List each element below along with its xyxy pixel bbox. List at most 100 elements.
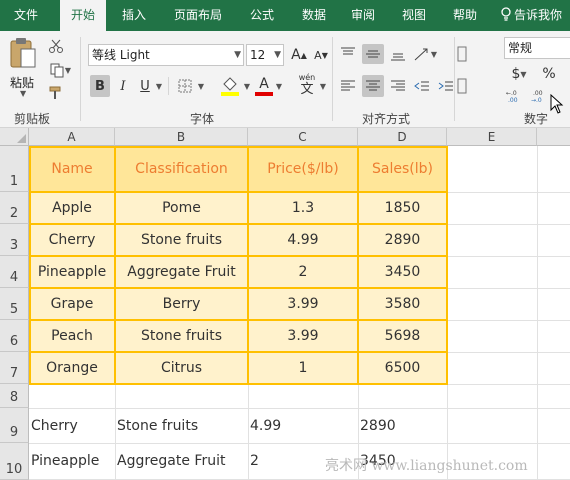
table-cell[interactable]: Stone fruits	[115, 320, 248, 352]
tab-insert[interactable]: 插入	[112, 0, 156, 31]
table-header-cell[interactable]: Classification	[115, 146, 248, 192]
bold-button[interactable]: B	[90, 75, 110, 97]
table-cell[interactable]: 1	[248, 352, 358, 384]
cell[interactable]: Pineapple	[29, 443, 115, 479]
bottom-align-button[interactable]	[388, 44, 408, 64]
table-header-cell[interactable]: Price($/lb)	[248, 146, 358, 192]
chevron-down-icon[interactable]: ▼	[274, 79, 284, 93]
tab-home[interactable]: 开始	[60, 0, 106, 31]
underline-button[interactable]: U	[136, 75, 154, 97]
align-right-button[interactable]	[388, 75, 408, 97]
table-cell[interactable]: 3580	[358, 288, 447, 320]
table-cell[interactable]: Aggregate Fruit	[115, 256, 248, 288]
number-format-select[interactable]: 常规	[504, 37, 570, 59]
tab-data[interactable]: 数据	[292, 0, 336, 31]
table-cell[interactable]: Citrus	[115, 352, 248, 384]
tab-file[interactable]: 文件	[4, 0, 48, 31]
tab-review[interactable]: 审阅	[341, 0, 385, 31]
tab-view[interactable]: 视图	[392, 0, 436, 31]
table-cell[interactable]: Pome	[115, 192, 248, 224]
column-header-e[interactable]: E	[447, 128, 537, 146]
top-align-button[interactable]	[338, 44, 358, 64]
tab-help[interactable]: 帮助	[443, 0, 487, 31]
chevron-down-icon[interactable]: ▼	[318, 79, 328, 93]
table-cell[interactable]: 1.3	[248, 192, 358, 224]
chevron-down-icon[interactable]: ▼	[196, 79, 206, 93]
table-header-cell[interactable]: Name	[29, 146, 115, 192]
format-painter-button[interactable]	[46, 84, 66, 102]
cell[interactable]: Cherry	[29, 408, 115, 443]
table-header-cell[interactable]: Sales(lb)	[358, 146, 447, 192]
row-header-2[interactable]: 2	[0, 192, 29, 224]
table-cell[interactable]: Apple	[29, 192, 115, 224]
table-cell[interactable]: Pineapple	[29, 256, 115, 288]
table-cell[interactable]: 3450	[358, 256, 447, 288]
align-left-icon	[341, 80, 355, 91]
decrease-indent-button[interactable]	[412, 75, 432, 97]
worksheet-grid[interactable]: A B C D E 1 2 3 4 5 6 7 8 9 10 Name Clas…	[0, 128, 570, 480]
column-header-c[interactable]: C	[248, 128, 358, 146]
table-cell[interactable]: 2890	[358, 224, 447, 256]
accounting-format-button[interactable]: $ ▼	[506, 63, 532, 85]
table-cell[interactable]: 2	[248, 256, 358, 288]
percent-style-button[interactable]: %	[538, 63, 560, 85]
chevron-down-icon[interactable]: ▼	[242, 79, 252, 93]
tab-page-layout[interactable]: 页面布局	[165, 0, 231, 31]
row-header-6[interactable]: 6	[0, 320, 29, 352]
table-cell[interactable]: Peach	[29, 320, 115, 352]
row-header-8[interactable]: 8	[0, 384, 29, 408]
table-cell[interactable]: 3.99	[248, 320, 358, 352]
table-cell[interactable]: Grape	[29, 288, 115, 320]
row-header-4[interactable]: 4	[0, 256, 29, 288]
align-left-button[interactable]	[338, 75, 358, 97]
copy-button[interactable]: ▼	[46, 61, 74, 79]
borders-button[interactable]	[174, 75, 196, 97]
grow-font-button[interactable]: A ▲	[290, 45, 308, 65]
row-header-7[interactable]: 7	[0, 352, 29, 384]
cell[interactable]: Aggregate Fruit	[115, 443, 248, 479]
increase-indent-button[interactable]	[436, 75, 456, 97]
cell[interactable]: 2890	[358, 408, 447, 443]
row-header-9[interactable]: 9	[0, 408, 29, 443]
column-header-d[interactable]: D	[358, 128, 447, 146]
fill-color-button[interactable]	[218, 73, 242, 99]
font-color-button[interactable]: A	[254, 73, 274, 99]
chevron-down-icon[interactable]: ▼	[154, 79, 164, 93]
cell[interactable]: 4.99	[248, 408, 358, 443]
orientation-button[interactable]: ▼	[412, 44, 438, 64]
column-header-a[interactable]: A	[29, 128, 115, 146]
select-all-button[interactable]	[0, 128, 29, 146]
table-cell[interactable]: Stone fruits	[115, 224, 248, 256]
column-header-f[interactable]	[537, 128, 570, 146]
row-header-3[interactable]: 3	[0, 224, 29, 256]
font-name-select[interactable]: 等线 Light ▼	[88, 44, 244, 66]
shrink-font-button[interactable]: A ▼	[312, 45, 330, 65]
table-cell[interactable]: 6500	[358, 352, 447, 384]
table-cell[interactable]: Cherry	[29, 224, 115, 256]
table-cell[interactable]: 3.99	[248, 288, 358, 320]
tell-me-search[interactable]: 告诉我你	[500, 0, 562, 31]
table-cell[interactable]: 1850	[358, 192, 447, 224]
align-bottom-icon	[391, 53, 405, 61]
font-size-select[interactable]: 12 ▼	[246, 44, 284, 66]
decrease-decimal-button[interactable]: .00 →.0	[530, 87, 552, 105]
row-header-10[interactable]: 10	[0, 443, 29, 480]
phonetic-guide-button[interactable]: wén 文	[296, 71, 318, 99]
table-cell[interactable]: 4.99	[248, 224, 358, 256]
align-center-button[interactable]	[362, 75, 384, 97]
paste-button[interactable]: 粘贴 ▼	[6, 37, 40, 98]
row-header-5[interactable]: 5	[0, 288, 29, 320]
row-header-1[interactable]: 1	[0, 146, 29, 192]
tab-formulas[interactable]: 公式	[240, 0, 284, 31]
column-header-b[interactable]: B	[115, 128, 248, 146]
wrap-merge-button[interactable]	[456, 41, 468, 101]
cut-button[interactable]	[46, 37, 66, 55]
table-cell[interactable]: Orange	[29, 352, 115, 384]
table-cell[interactable]: 5698	[358, 320, 447, 352]
table-cell[interactable]: Berry	[115, 288, 248, 320]
cell[interactable]: Stone fruits	[115, 408, 248, 443]
increase-decimal-button[interactable]: ←.0.00	[505, 87, 527, 105]
italic-button[interactable]: I	[114, 75, 132, 97]
middle-align-button[interactable]	[362, 44, 384, 64]
paintbrush-icon	[49, 86, 61, 99]
